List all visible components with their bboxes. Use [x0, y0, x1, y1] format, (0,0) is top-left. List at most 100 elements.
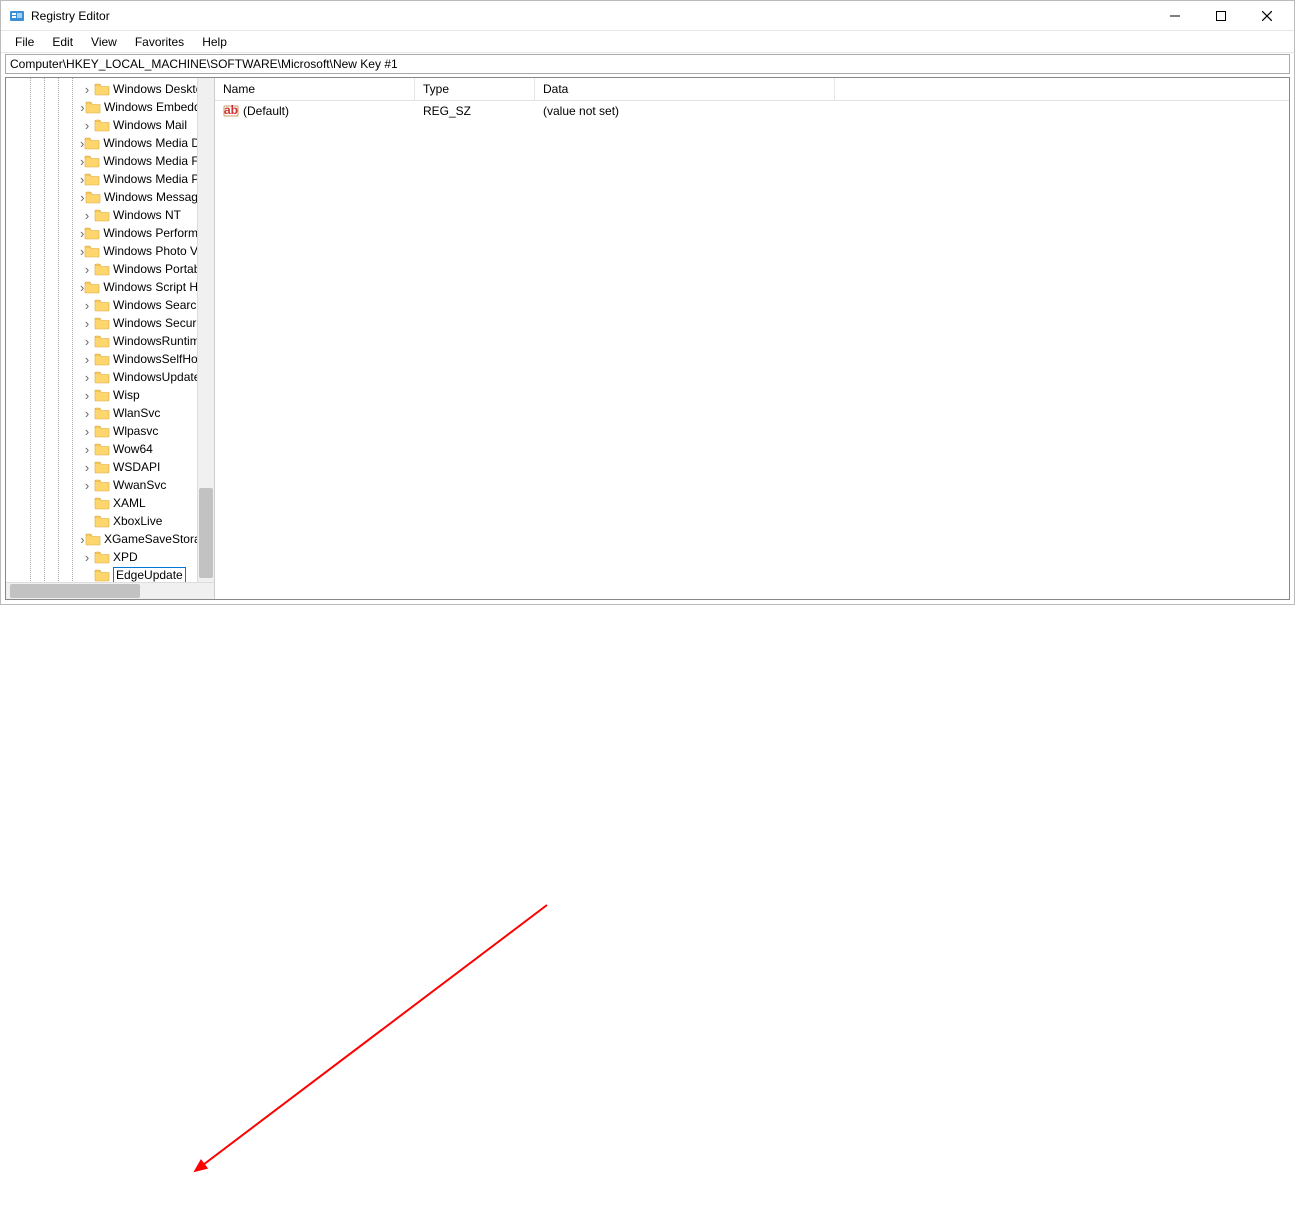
address-path: Computer\HKEY_LOCAL_MACHINE\SOFTWARE\Mic…	[10, 57, 398, 71]
tree-expander-icon[interactable]	[80, 316, 94, 331]
folder-icon	[94, 568, 110, 582]
folder-icon	[85, 190, 101, 204]
tree-item[interactable]: Windows Photo Viewer	[6, 242, 214, 260]
folder-icon	[94, 460, 110, 474]
tree-expander-icon[interactable]	[80, 424, 94, 439]
tree-expander-icon[interactable]	[80, 298, 94, 313]
tree-expander-icon[interactable]	[80, 478, 94, 493]
menu-edit[interactable]: Edit	[44, 33, 81, 51]
tree-expander-icon[interactable]	[80, 460, 94, 475]
tree-item[interactable]: XGameSaveStorage	[6, 530, 214, 548]
value-data: (value not set)	[535, 104, 835, 118]
folder-icon	[94, 298, 110, 312]
column-header-type[interactable]: Type	[415, 78, 535, 100]
tree-item[interactable]: XAML	[6, 494, 214, 512]
menu-view[interactable]: View	[83, 33, 125, 51]
tree-item[interactable]: Windows Performance	[6, 224, 214, 242]
tree-item-label: Windows NT	[113, 208, 181, 222]
tree-expander-icon[interactable]	[80, 406, 94, 421]
tree-item[interactable]: Windows Desktop	[6, 80, 214, 98]
menubar: File Edit View Favorites Help	[1, 31, 1294, 53]
menu-file[interactable]: File	[7, 33, 42, 51]
tree-item[interactable]: WSDAPI	[6, 458, 214, 476]
tree-expander-icon[interactable]	[80, 82, 94, 97]
tree-item[interactable]: Windows Security	[6, 314, 214, 332]
tree-panel: Windows DesktopWindows EmbeddedWindows M…	[6, 78, 215, 599]
folder-icon	[94, 496, 110, 510]
tree-scroller[interactable]: Windows DesktopWindows EmbeddedWindows M…	[6, 78, 214, 599]
tree-item[interactable]: Windows Search	[6, 296, 214, 314]
menu-help[interactable]: Help	[194, 33, 235, 51]
tree-item-label: WSDAPI	[113, 460, 160, 474]
horizontal-scroll-thumb[interactable]	[10, 584, 140, 598]
value-row[interactable]: ab(Default)REG_SZ(value not set)	[215, 101, 1289, 121]
values-body[interactable]: ab(Default)REG_SZ(value not set)	[215, 101, 1289, 599]
maximize-button[interactable]	[1198, 1, 1244, 30]
folder-icon	[84, 244, 100, 258]
tree-item[interactable]: Windows Mail	[6, 116, 214, 134]
tree-item-label: WwanSvc	[113, 478, 166, 492]
tree-horizontal-scrollbar[interactable]	[6, 582, 214, 599]
folder-icon	[94, 118, 110, 132]
tree-item[interactable]: WindowsRuntime	[6, 332, 214, 350]
tree-item-label: WindowsRuntime	[113, 334, 206, 348]
folder-icon	[94, 550, 110, 564]
app-icon	[9, 8, 25, 24]
tree-expander-icon[interactable]	[80, 118, 94, 133]
tree-item-label: Windows Security	[113, 316, 208, 330]
tree-item-label: Windows Search	[113, 298, 203, 312]
svg-text:ab: ab	[224, 103, 238, 117]
tree-expander-icon[interactable]	[80, 334, 94, 349]
tree-item[interactable]: Wow64	[6, 440, 214, 458]
tree-item-label: XAML	[113, 496, 146, 510]
tree-expander-icon[interactable]	[80, 550, 94, 565]
column-header-name[interactable]: Name	[215, 78, 415, 100]
folder-icon	[84, 172, 100, 186]
string-value-icon: ab	[223, 103, 239, 119]
tree-item[interactable]: Windows Script Host	[6, 278, 214, 296]
tree-item[interactable]: XboxLive	[6, 512, 214, 530]
tree-expander-icon[interactable]	[80, 352, 94, 367]
folder-icon	[94, 478, 110, 492]
tree-item-label: Wlpasvc	[113, 424, 158, 438]
folder-icon	[84, 280, 100, 294]
address-bar[interactable]: Computer\HKEY_LOCAL_MACHINE\SOFTWARE\Mic…	[5, 54, 1290, 74]
value-type: REG_SZ	[415, 104, 535, 118]
tree-item[interactable]: WindowsUpdate	[6, 368, 214, 386]
tree-item[interactable]: Wisp	[6, 386, 214, 404]
vertical-scroll-thumb[interactable]	[199, 488, 213, 578]
tree-expander-icon[interactable]	[80, 208, 94, 223]
folder-icon	[94, 388, 110, 402]
tree-item[interactable]: WindowsSelfHost	[6, 350, 214, 368]
tree-item[interactable]: Windows Portable	[6, 260, 214, 278]
values-panel: Name Type Data ab(Default)REG_SZ(value n…	[215, 78, 1289, 599]
tree-item[interactable]: XPD	[6, 548, 214, 566]
tree-item-label: XboxLive	[113, 514, 162, 528]
minimize-button[interactable]	[1152, 1, 1198, 30]
tree-expander-icon[interactable]	[80, 442, 94, 457]
window-title: Registry Editor	[31, 9, 110, 23]
tree-item[interactable]: Windows Media Player	[6, 170, 214, 188]
tree-item[interactable]: Windows NT	[6, 206, 214, 224]
menu-favorites[interactable]: Favorites	[127, 33, 192, 51]
tree-item-label[interactable]: EdgeUpdate	[113, 567, 186, 583]
tree-item-label: Wow64	[113, 442, 153, 456]
tree-item-label: WlanSvc	[113, 406, 160, 420]
tree-vertical-scrollbar[interactable]	[197, 78, 214, 582]
tree-expander-icon[interactable]	[80, 262, 94, 277]
tree-item[interactable]: Windows Messaging	[6, 188, 214, 206]
registry-editor-window: Registry Editor File Edit View Favorites…	[0, 0, 1295, 605]
tree-item[interactable]: Windows Media Device	[6, 134, 214, 152]
close-button[interactable]	[1244, 1, 1290, 30]
tree-expander-icon[interactable]	[80, 388, 94, 403]
tree-expander-icon[interactable]	[80, 370, 94, 385]
tree-item[interactable]: Wlpasvc	[6, 422, 214, 440]
folder-icon	[84, 136, 100, 150]
tree-item[interactable]: WlanSvc	[6, 404, 214, 422]
folder-icon	[94, 82, 110, 96]
tree-item[interactable]: Windows Media Foundation	[6, 152, 214, 170]
tree-item[interactable]: WwanSvc	[6, 476, 214, 494]
tree-item[interactable]: Windows Embedded	[6, 98, 214, 116]
titlebar: Registry Editor	[1, 1, 1294, 31]
column-header-data[interactable]: Data	[535, 78, 835, 100]
